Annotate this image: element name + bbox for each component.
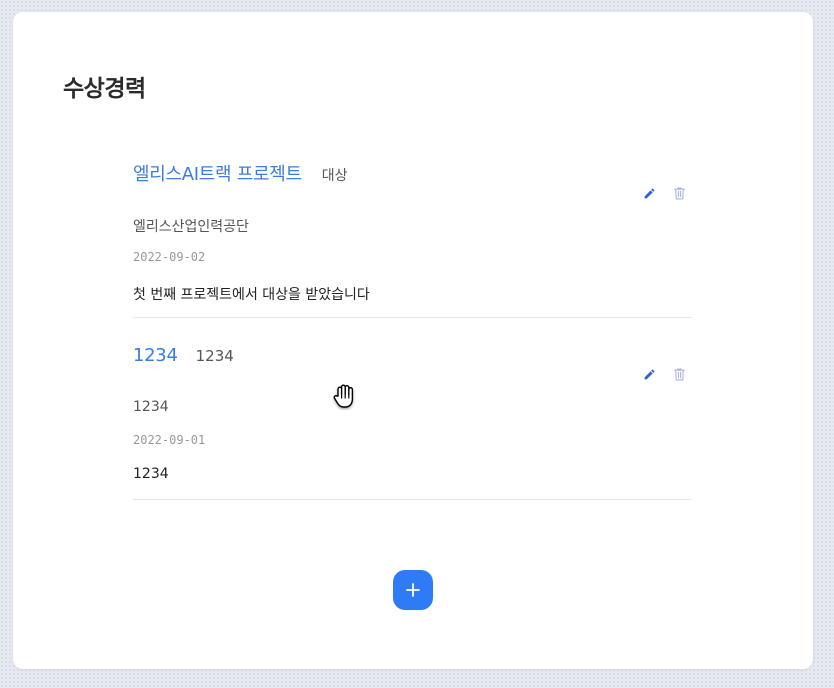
award-header: 1234 1234 (133, 345, 234, 366)
trash-icon (673, 187, 685, 199)
pencil-icon (644, 188, 654, 198)
delete-button[interactable] (670, 184, 688, 202)
award-description: 1234 (133, 466, 169, 482)
award-header: 엘리스AI트랙 프로젝트 대상 (133, 160, 348, 186)
delete-button[interactable] (670, 365, 688, 383)
award-date: 2022-09-02 (133, 250, 206, 264)
edit-button[interactable] (640, 365, 658, 383)
hand-cursor-icon (333, 384, 354, 408)
award-description: 첫 번째 프로젝트에서 대상을 받았습니다 (133, 287, 370, 303)
award-organization: 엘리스산업인력공단 (133, 219, 249, 235)
awards-card: 수상경력 엘리스AI트랙 프로젝트 대상 엘리스산업인력공단 2022-09-0… (13, 12, 813, 669)
award-name: 엘리스AI트랙 프로젝트 (133, 164, 302, 185)
edit-button[interactable] (640, 184, 658, 202)
pencil-icon (644, 369, 654, 379)
award-organization: 1234 (133, 399, 169, 415)
award-grade: 대상 (321, 168, 348, 184)
award-date: 2022-09-01 (133, 433, 206, 447)
trash-icon (673, 368, 685, 380)
plus-icon (406, 583, 420, 597)
award-grade: 1234 (195, 347, 234, 365)
award-name: 1234 (133, 345, 178, 366)
section-title: 수상경력 (63, 76, 146, 102)
award-item: 엘리스AI트랙 프로젝트 대상 엘리스산업인력공단 2022-09-02 첫 번… (133, 160, 692, 318)
award-item: 1234 1234 1234 2022-09-01 1234 (133, 345, 692, 500)
add-award-button[interactable] (393, 570, 433, 610)
